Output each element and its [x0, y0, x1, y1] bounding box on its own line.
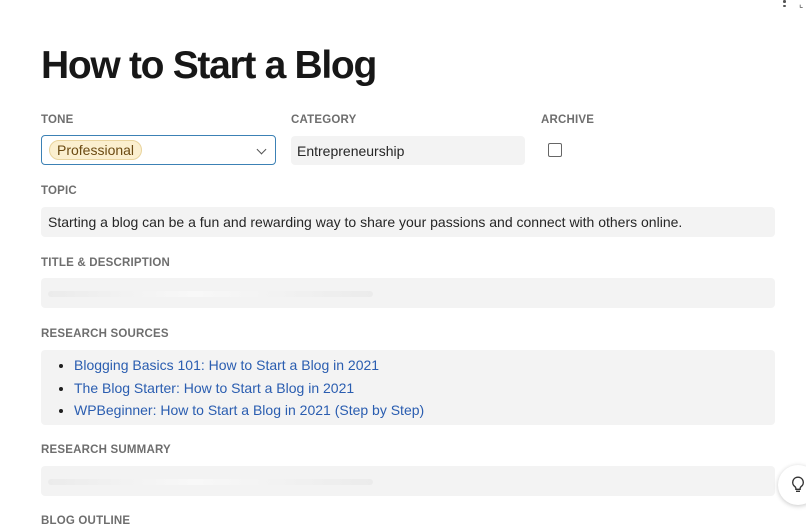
category-field[interactable]: Entrepreneurship: [291, 136, 525, 165]
page-title: How to Start a Blog: [41, 44, 377, 87]
tone-label: TONE: [41, 114, 74, 126]
blog-outline-label: BLOG OUTLINE: [41, 515, 131, 527]
loading-placeholder: [48, 291, 373, 297]
research-sources-list: Blogging Basics 101: How to Start a Blog…: [41, 350, 775, 422]
loading-placeholder: [48, 479, 373, 485]
topic-label: TOPIC: [41, 185, 77, 197]
assistant-button[interactable]: [778, 465, 806, 505]
list-item: The Blog Starter: How to Start a Blog in…: [74, 377, 775, 400]
topic-field[interactable]: Starting a blog can be a fun and rewardi…: [41, 207, 775, 237]
list-item: WPBeginner: How to Start a Blog in 2021 …: [74, 399, 775, 422]
source-link[interactable]: WPBeginner: How to Start a Blog in 2021 …: [74, 402, 424, 418]
cursor-icon: ⌞: [799, 0, 804, 9]
chevron-down-icon: [256, 144, 267, 155]
archive-label: ARCHIVE: [541, 114, 595, 126]
tone-value-pill: Professional: [49, 140, 143, 160]
research-sources-field: Blogging Basics 101: How to Start a Blog…: [41, 350, 775, 425]
lightbulb-icon: [792, 476, 804, 493]
research-summary-field[interactable]: [41, 466, 775, 496]
category-label: CATEGORY: [291, 114, 357, 126]
more-vertical-icon[interactable]: [780, 0, 788, 10]
source-link[interactable]: The Blog Starter: How to Start a Blog in…: [74, 380, 354, 396]
source-link[interactable]: Blogging Basics 101: How to Start a Blog…: [74, 357, 379, 373]
title-description-field[interactable]: [41, 278, 775, 308]
research-summary-label: RESEARCH SUMMARY: [41, 444, 171, 456]
title-description-label: TITLE & DESCRIPTION: [41, 257, 171, 269]
tone-select[interactable]: Professional: [41, 135, 276, 165]
list-item: Blogging Basics 101: How to Start a Blog…: [74, 354, 775, 377]
research-sources-label: RESEARCH SOURCES: [41, 328, 169, 340]
archive-checkbox[interactable]: [548, 143, 562, 157]
